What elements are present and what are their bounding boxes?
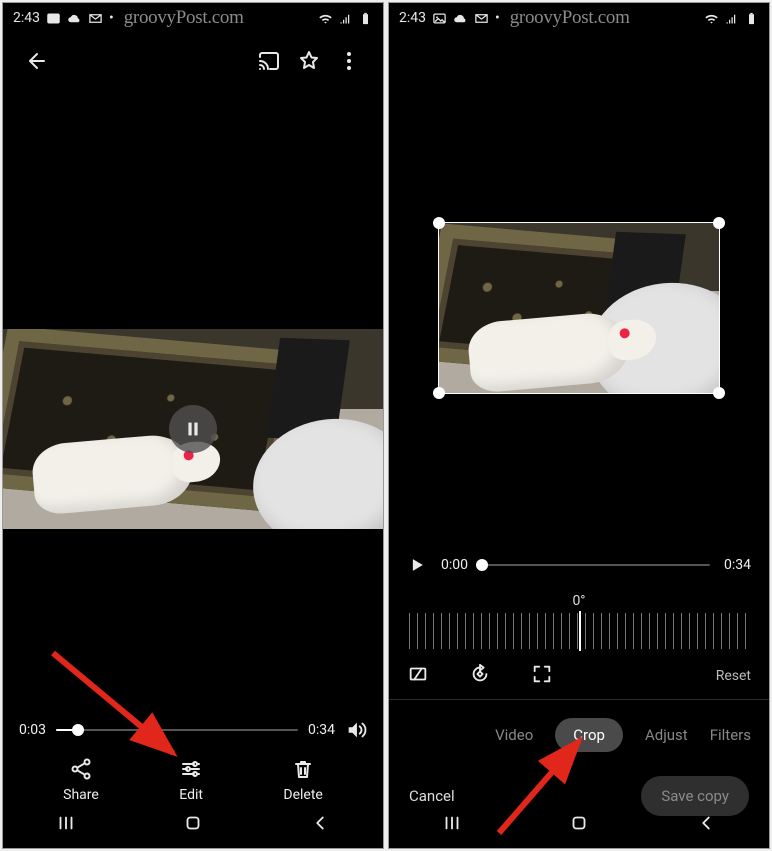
nav-back[interactable] bbox=[309, 812, 331, 838]
edit-tabs: Video Crop Adjust Filters bbox=[389, 700, 769, 762]
nav-bar bbox=[389, 802, 769, 848]
wifi-icon bbox=[704, 11, 719, 26]
crop-handle-br[interactable] bbox=[713, 387, 725, 399]
volume-icon[interactable] bbox=[345, 719, 367, 741]
mail-icon bbox=[88, 11, 103, 26]
progress-slider[interactable] bbox=[56, 729, 298, 731]
reset-button[interactable]: Reset bbox=[716, 668, 751, 684]
aspect-button[interactable] bbox=[407, 663, 429, 689]
crop-tools: Reset bbox=[389, 649, 769, 699]
wifi-icon bbox=[318, 11, 333, 26]
mail-icon bbox=[474, 11, 489, 26]
tab-crop[interactable]: Crop bbox=[555, 718, 623, 752]
more-button[interactable] bbox=[329, 41, 369, 81]
favorite-button[interactable] bbox=[289, 41, 329, 81]
signal-icon bbox=[338, 11, 353, 26]
share-label: Share bbox=[63, 787, 99, 803]
battery-icon bbox=[358, 11, 373, 26]
crop-handle-tr[interactable] bbox=[713, 217, 725, 229]
signal-icon bbox=[724, 11, 739, 26]
play-button[interactable] bbox=[407, 555, 427, 575]
status-bar: 2:43 • groovyPost.com bbox=[3, 3, 383, 33]
delete-label: Delete bbox=[283, 787, 322, 803]
duration: 0:34 bbox=[724, 557, 751, 573]
phone-right: 2:43 • groovyPost.com 0:00 bbox=[388, 2, 770, 849]
top-toolbar bbox=[3, 33, 383, 89]
pause-button[interactable] bbox=[169, 405, 217, 453]
action-row: Share Edit Delete bbox=[3, 741, 383, 811]
crop-handle-tl[interactable] bbox=[433, 217, 445, 229]
cloud-icon bbox=[67, 11, 82, 26]
phone-left: 2:43 • groovyPost.com bbox=[2, 2, 384, 849]
rotation-angle: 0° bbox=[572, 593, 585, 609]
back-button[interactable] bbox=[17, 41, 57, 81]
delete-button[interactable]: Delete bbox=[283, 757, 322, 803]
nav-back[interactable] bbox=[695, 812, 717, 838]
status-time: 2:43 bbox=[13, 10, 40, 26]
image-icon bbox=[46, 11, 61, 26]
rotation-ruler[interactable] bbox=[409, 613, 749, 649]
status-time: 2:43 bbox=[399, 10, 426, 26]
tab-adjust[interactable]: Adjust bbox=[645, 726, 688, 744]
tab-filters[interactable]: Filters bbox=[710, 726, 751, 744]
nav-recent[interactable] bbox=[55, 812, 77, 838]
share-button[interactable]: Share bbox=[63, 757, 99, 803]
cloud-icon bbox=[453, 11, 468, 26]
current-time: 0:00 bbox=[441, 557, 468, 573]
progress-slider[interactable] bbox=[482, 564, 710, 566]
nav-recent[interactable] bbox=[441, 812, 463, 838]
current-time: 0:03 bbox=[19, 722, 46, 738]
image-icon bbox=[432, 11, 447, 26]
nav-home[interactable] bbox=[568, 812, 590, 838]
progress-row: 0:03 0:34 bbox=[3, 719, 383, 741]
video-preview[interactable] bbox=[3, 329, 383, 529]
edit-label: Edit bbox=[179, 787, 203, 803]
nav-bar bbox=[3, 802, 383, 848]
nav-home[interactable] bbox=[182, 812, 204, 838]
expand-button[interactable] bbox=[531, 663, 553, 689]
watermark: groovyPost.com bbox=[500, 7, 630, 29]
crop-preview[interactable] bbox=[439, 223, 719, 393]
edit-button[interactable]: Edit bbox=[179, 757, 203, 803]
playback-row: 0:00 0:34 bbox=[389, 543, 769, 583]
cast-button[interactable] bbox=[249, 41, 289, 81]
watermark: groovyPost.com bbox=[114, 7, 244, 29]
duration: 0:34 bbox=[308, 722, 335, 738]
status-bar: 2:43 • groovyPost.com bbox=[389, 3, 769, 33]
battery-icon bbox=[744, 11, 759, 26]
rotate-button[interactable] bbox=[469, 663, 491, 689]
tab-video[interactable]: Video bbox=[495, 726, 533, 744]
crop-handle-bl[interactable] bbox=[433, 387, 445, 399]
